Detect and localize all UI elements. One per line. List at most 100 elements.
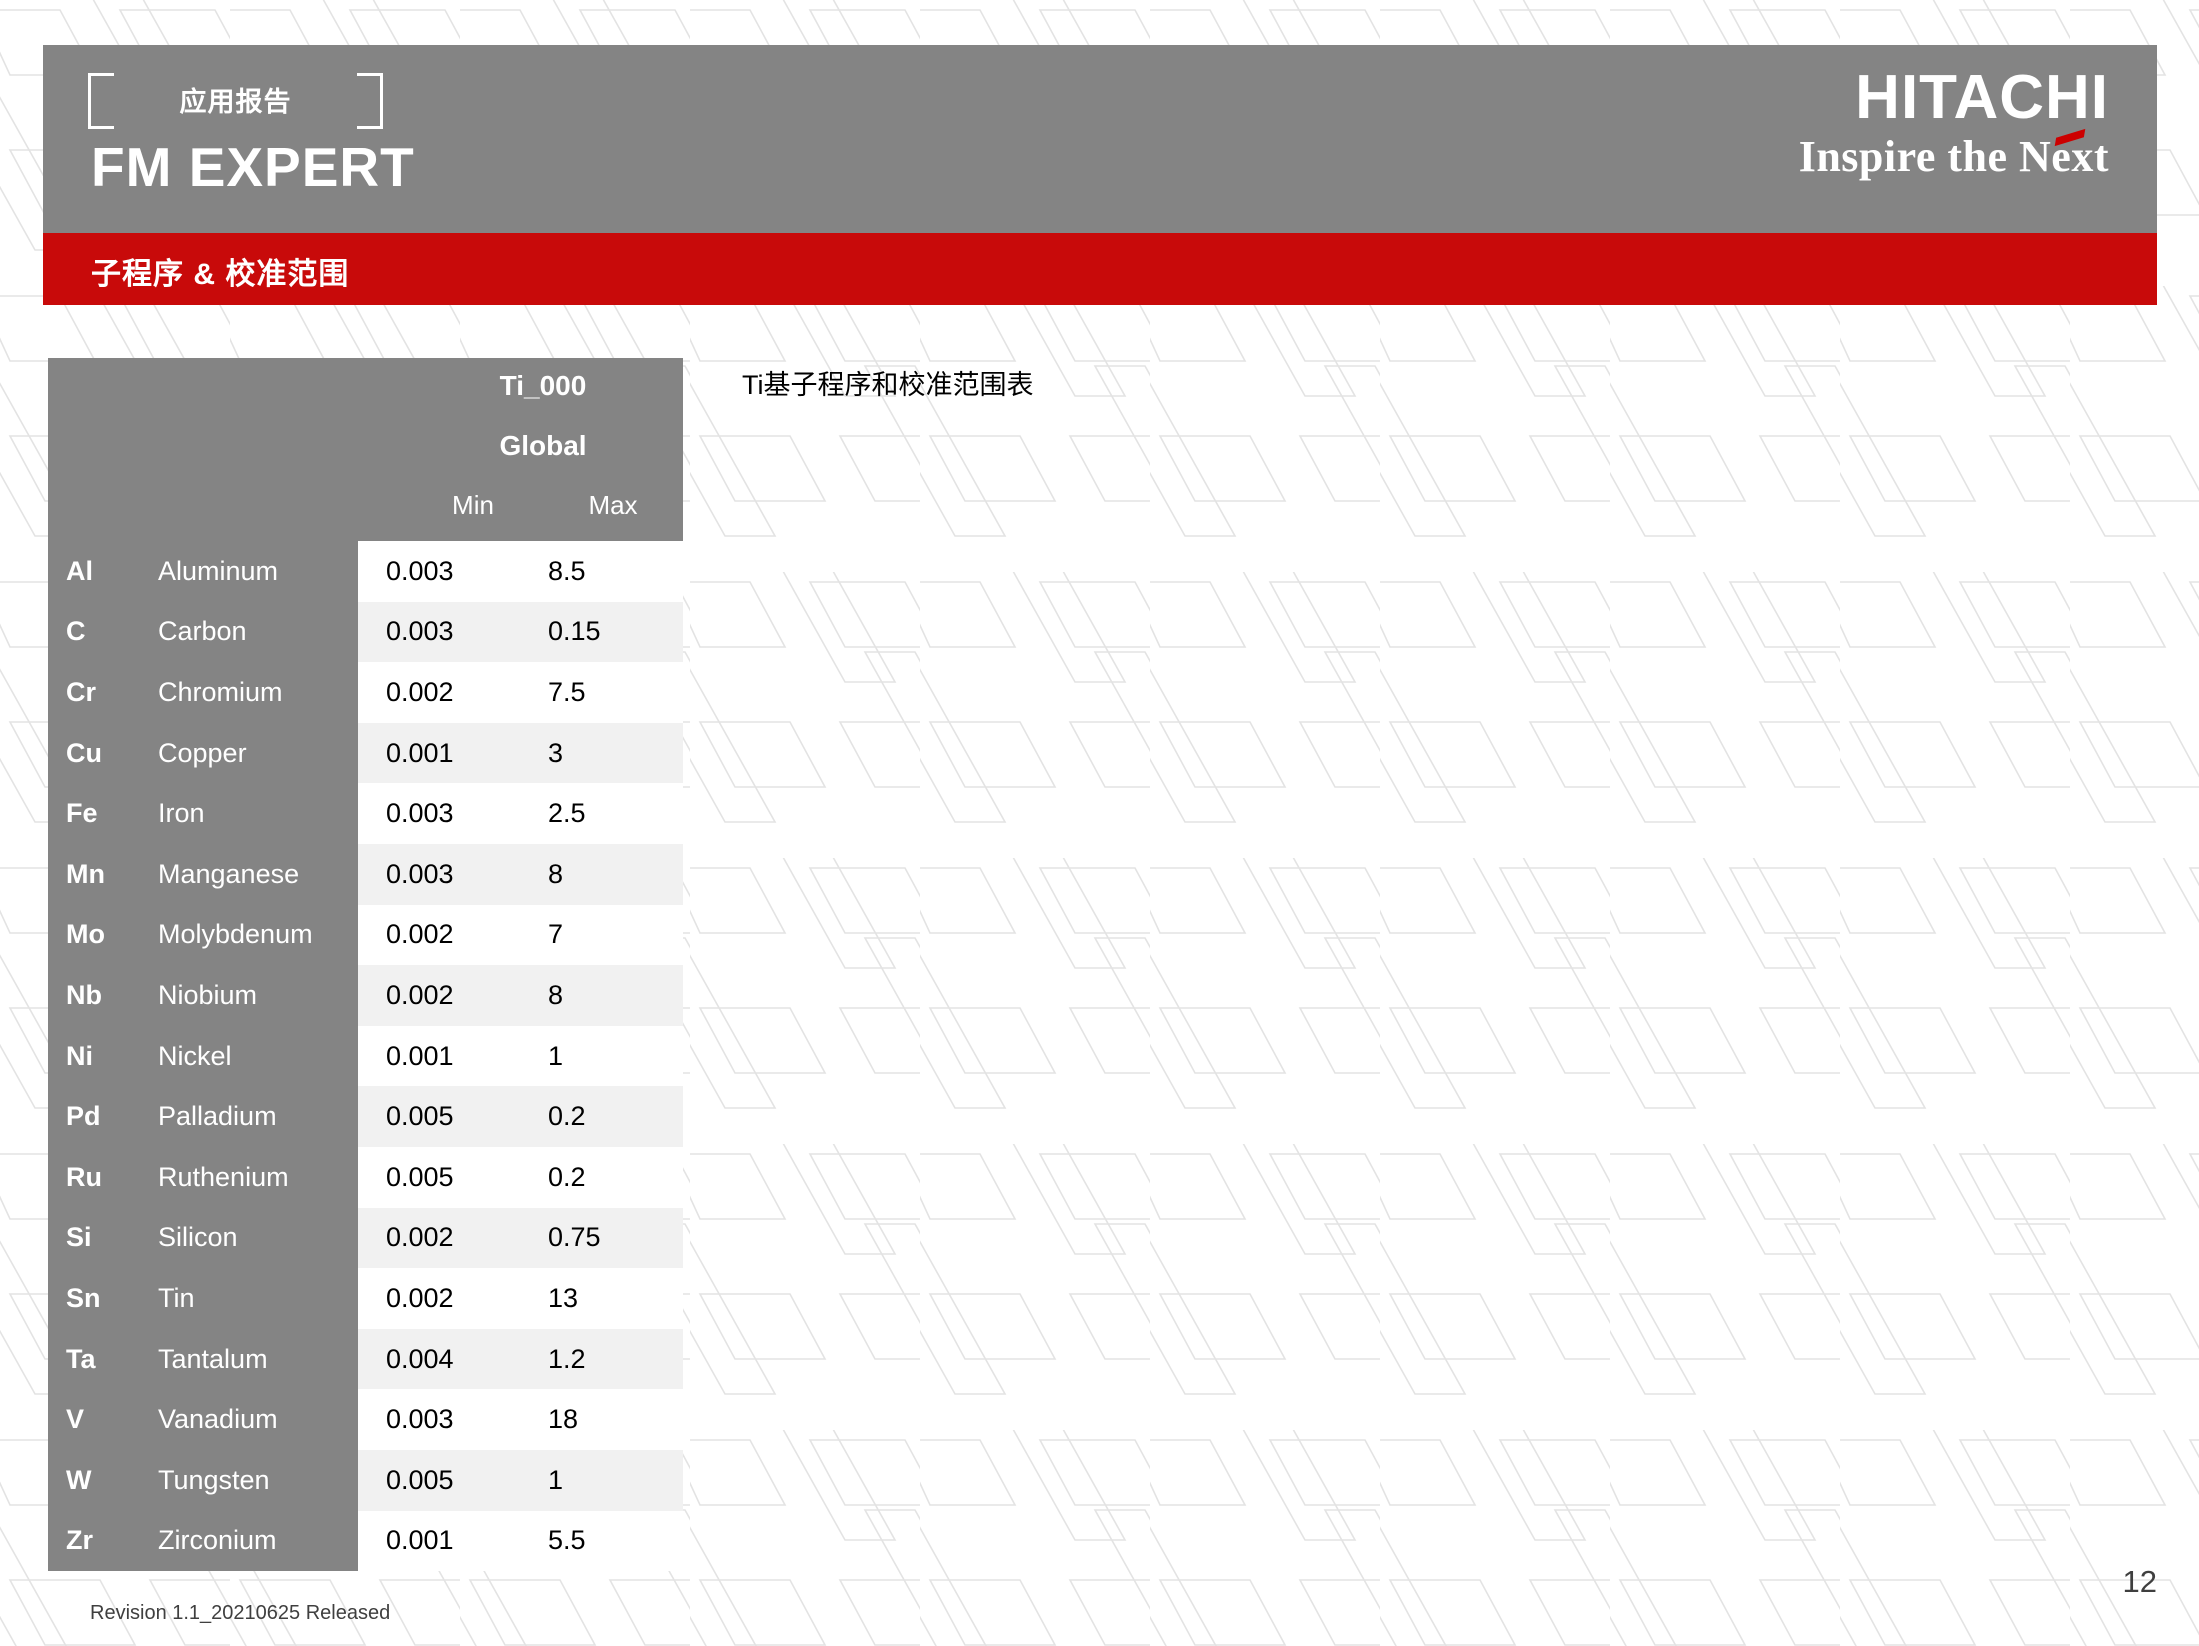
cell-element-name: Ruthenium [158, 1146, 358, 1208]
table-row: C Carbon 0.003 0.15 [48, 601, 683, 663]
table-row: Al Aluminum 0.003 8.5 [48, 541, 683, 602]
cell-max-value: 18 [548, 1404, 579, 1435]
cell-element-symbol: Fe [48, 783, 158, 844]
table-row: Ta Tantalum 0.004 1.2 [48, 1328, 683, 1390]
header-banner: 应用报告 FM EXPERT HITACHI Inspire the Next [43, 45, 2157, 233]
cell-element-name: Vanadium [158, 1389, 358, 1450]
cell-element-symbol: C [48, 601, 158, 663]
cell-max-value: 1 [548, 1464, 564, 1495]
cell-max-value: 8 [548, 979, 564, 1010]
cell-min-value: 0.002 [386, 1282, 454, 1313]
page-title: FM EXPERT [91, 136, 415, 198]
cell-element-name: Silicon [158, 1207, 358, 1269]
cell-max-value: 0.75 [548, 1222, 601, 1253]
column-group-scope: Global [499, 430, 587, 461]
cell-element-symbol: Si [48, 1207, 158, 1269]
cell-max-value: 1.2 [548, 1343, 586, 1374]
cell-element-symbol: Ni [48, 1025, 158, 1087]
cell-element-name: Tin [158, 1268, 358, 1329]
cell-element-symbol: Al [48, 541, 158, 602]
cell-element-symbol: V [48, 1389, 158, 1450]
cell-element-symbol: Nb [48, 965, 158, 1026]
cell-element-name: Tantalum [158, 1328, 358, 1390]
cell-min-value: 0.003 [386, 858, 454, 889]
cell-element-name: Aluminum [158, 541, 358, 602]
hitachi-tagline-wrapper: Inspire the Next [1799, 128, 2109, 179]
column-header-row: Min Max [403, 490, 683, 521]
cell-max-value: 8.5 [548, 555, 586, 586]
cell-element-symbol: Pd [48, 1086, 158, 1147]
table-row: Ni Nickel 0.001 1 [48, 1025, 683, 1087]
table-row: Ru Ruthenium 0.005 0.2 [48, 1146, 683, 1208]
cell-min-value: 0.002 [386, 919, 454, 950]
report-kind-label: 应用报告 [179, 87, 292, 117]
cell-element-name: Nickel [158, 1025, 358, 1087]
table-row: Fe Iron 0.003 2.5 [48, 783, 683, 844]
cell-element-symbol: Zr [48, 1510, 158, 1572]
table-row: Mn Manganese 0.003 8 [48, 843, 683, 905]
cell-element-name: Carbon [158, 601, 358, 663]
cell-min-value: 0.001 [386, 1525, 454, 1556]
cell-min-value: 0.005 [386, 1101, 454, 1132]
table-row: Pd Palladium 0.005 0.2 [48, 1086, 683, 1147]
cell-element-name: Chromium [158, 662, 358, 723]
cell-max-value: 2.5 [548, 798, 586, 829]
table-header: Ti_000 Global Min Max [48, 358, 683, 541]
table-row: Nb Niobium 0.002 8 [48, 965, 683, 1026]
cell-element-symbol: W [48, 1449, 158, 1511]
cell-element-name: Iron [158, 783, 358, 844]
cell-max-value: 1 [548, 1040, 564, 1071]
table-row: W Tungsten 0.005 1 [48, 1449, 683, 1511]
revision-note: Revision 1.1_20210625 Released [90, 1602, 391, 1624]
cell-element-name: Zirconium [158, 1510, 358, 1572]
cell-element-symbol: Sn [48, 1268, 158, 1329]
cell-min-value: 0.001 [386, 1040, 454, 1071]
cell-element-name: Molybdenum [158, 904, 358, 966]
cell-element-symbol: Ru [48, 1146, 158, 1208]
table-body: Al Aluminum 0.003 8.5 C Carbon 0.003 0.15 Cr Chro… [48, 541, 683, 1572]
cell-element-symbol: Cr [48, 662, 158, 723]
table-row: Cu Copper 0.001 3 [48, 722, 683, 784]
cell-min-value: 0.002 [386, 676, 454, 707]
cell-min-value: 0.002 [386, 1222, 454, 1253]
table-row: Zr Zirconium 0.001 5.5 [48, 1510, 683, 1572]
cell-min-value: 0.005 [386, 1161, 454, 1192]
cell-max-value: 0.2 [548, 1101, 586, 1132]
table-row: Cr Chromium 0.002 7.5 [48, 662, 683, 723]
cell-min-value: 0.003 [386, 555, 454, 586]
cell-min-value: 0.003 [386, 616, 454, 647]
hitachi-logo: HITACHI Inspire the Next [1799, 67, 2109, 179]
cell-min-value: 0.003 [386, 1404, 454, 1435]
page-number: 12 [2122, 1564, 2157, 1599]
table-row: Sn Tin 0.002 13 [48, 1268, 683, 1329]
cell-min-value: 0.002 [386, 979, 454, 1010]
column-group-program-name: Ti_000 [499, 370, 587, 401]
cell-element-symbol: Ta [48, 1328, 158, 1390]
cell-max-value: 0.15 [548, 616, 601, 647]
cell-element-symbol: Mo [48, 904, 158, 966]
cell-max-value: 13 [548, 1282, 579, 1313]
cell-max-value: 5.5 [548, 1525, 586, 1556]
cell-max-value: 7.5 [548, 676, 586, 707]
table-row: Si Silicon 0.002 0.75 [48, 1207, 683, 1269]
cell-element-name: Tungsten [158, 1449, 358, 1511]
cell-element-name: Copper [158, 722, 358, 784]
cell-element-symbol: Mn [48, 843, 158, 905]
hitachi-wordmark: HITACHI [1855, 63, 2109, 132]
table-row: Mo Molybdenum 0.002 7 [48, 904, 683, 966]
cell-max-value: 8 [548, 858, 564, 889]
cell-element-name: Palladium [158, 1086, 358, 1147]
calibration-range-table: Ti_000 Global Min Max Al Aluminum 0.003 8.5… [48, 358, 683, 1572]
cell-min-value: 0.005 [386, 1464, 454, 1495]
report-kind-bracket: 应用报告 [88, 73, 383, 129]
cell-element-symbol: Cu [48, 722, 158, 784]
cell-min-value: 0.004 [386, 1343, 454, 1374]
subtitle-bar: 子程序 & 校准范围 [43, 233, 2157, 305]
subtitle-label: 子程序 & 校准范围 [91, 258, 350, 291]
cell-max-value: 7 [548, 919, 564, 950]
cell-element-name: Manganese [158, 843, 358, 905]
table-caption: Ti基子程序和校准范围表 [742, 370, 1034, 400]
cell-element-name: Niobium [158, 965, 358, 1026]
cell-min-value: 0.003 [386, 798, 454, 829]
table-row: V Vanadium 0.003 18 [48, 1389, 683, 1450]
